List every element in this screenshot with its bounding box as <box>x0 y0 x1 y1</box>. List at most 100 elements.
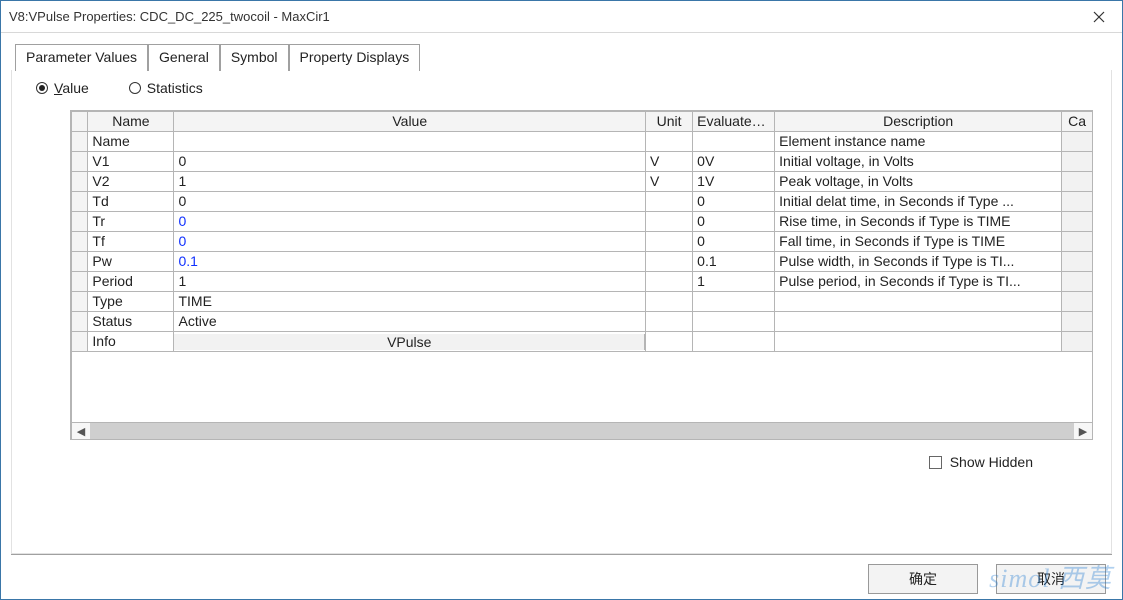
cell-name[interactable]: Pw <box>88 252 174 272</box>
cell-name[interactable]: Tf <box>88 232 174 252</box>
table-row[interactable]: Tf00Fall time, in Seconds if Type is TIM… <box>72 232 1093 252</box>
scroll-track[interactable] <box>90 423 1074 439</box>
row-handle[interactable] <box>72 132 88 152</box>
cell-name[interactable]: Info <box>88 332 174 352</box>
cell-unit[interactable] <box>646 212 693 232</box>
cell-callback[interactable] <box>1062 152 1093 172</box>
row-handle[interactable] <box>72 292 88 312</box>
cell-value[interactable]: 0 <box>174 152 646 172</box>
cell-value[interactable] <box>174 132 646 152</box>
cell-description[interactable]: Rise time, in Seconds if Type is TIME <box>775 212 1062 232</box>
cell-evaluated[interactable]: 0.1 <box>693 252 775 272</box>
radio-statistics[interactable]: Statistics <box>129 80 203 96</box>
show-hidden-checkbox[interactable]: Show Hidden <box>929 454 1033 470</box>
cell-unit[interactable] <box>646 252 693 272</box>
cell-evaluated[interactable]: 1 <box>693 272 775 292</box>
table-row[interactable]: Period11Pulse period, in Seconds if Type… <box>72 272 1093 292</box>
cell-name[interactable]: V2 <box>88 172 174 192</box>
table-row[interactable]: Td00Initial delat time, in Seconds if Ty… <box>72 192 1093 212</box>
horizontal-scrollbar[interactable]: ◀ ▶ <box>71 422 1093 440</box>
cell-unit[interactable] <box>646 332 693 352</box>
cell-value[interactable]: 0 <box>174 212 646 232</box>
cell-callback[interactable] <box>1062 272 1093 292</box>
cell-callback[interactable] <box>1062 172 1093 192</box>
cell-evaluated[interactable]: 0 <box>693 232 775 252</box>
row-handle[interactable] <box>72 332 88 352</box>
cell-evaluated[interactable]: 0V <box>693 152 775 172</box>
close-button[interactable] <box>1076 1 1122 33</box>
cell-name[interactable]: Name <box>88 132 174 152</box>
radio-value[interactable]: Value <box>36 80 89 96</box>
cell-value[interactable]: VPulse <box>174 332 646 352</box>
tab-property-displays[interactable]: Property Displays <box>289 44 421 71</box>
cell-value[interactable]: 1 <box>174 272 646 292</box>
table-row[interactable]: V10V0VInitial voltage, in Volts <box>72 152 1093 172</box>
cell-callback[interactable] <box>1062 292 1093 312</box>
cell-value[interactable]: 1 <box>174 172 646 192</box>
cell-unit[interactable] <box>646 132 693 152</box>
cell-evaluated[interactable]: 1V <box>693 172 775 192</box>
cell-callback[interactable] <box>1062 232 1093 252</box>
grid-table[interactable]: Name Value Unit Evaluated... Description… <box>71 111 1093 352</box>
table-row[interactable]: Tr00Rise time, in Seconds if Type is TIM… <box>72 212 1093 232</box>
cell-name[interactable]: Tr <box>88 212 174 232</box>
row-handle[interactable] <box>72 212 88 232</box>
cell-unit[interactable] <box>646 312 693 332</box>
title-bar[interactable]: V8:VPulse Properties: CDC_DC_225_twocoil… <box>1 1 1122 33</box>
grid-header-unit[interactable]: Unit <box>646 112 693 132</box>
grid-header-handle[interactable] <box>72 112 88 132</box>
cell-callback[interactable] <box>1062 312 1093 332</box>
table-row[interactable]: Pw0.10.1Pulse width, in Seconds if Type … <box>72 252 1093 272</box>
cell-evaluated[interactable] <box>693 312 775 332</box>
cell-value[interactable]: 0 <box>174 232 646 252</box>
cell-callback[interactable] <box>1062 132 1093 152</box>
grid-header-callback[interactable]: Ca <box>1062 112 1093 132</box>
cell-callback[interactable] <box>1062 192 1093 212</box>
ok-button[interactable]: 确定 <box>868 564 978 594</box>
tab-parameter-values[interactable]: Parameter Values <box>15 44 148 71</box>
cell-evaluated[interactable]: 0 <box>693 192 775 212</box>
tab-general[interactable]: General <box>148 44 220 71</box>
cell-description[interactable] <box>775 332 1062 352</box>
grid-header-evaluated[interactable]: Evaluated... <box>693 112 775 132</box>
cell-description[interactable]: Fall time, in Seconds if Type is TIME <box>775 232 1062 252</box>
cell-description[interactable]: Peak voltage, in Volts <box>775 172 1062 192</box>
cell-value[interactable]: TIME <box>174 292 646 312</box>
row-handle[interactable] <box>72 252 88 272</box>
cell-unit[interactable] <box>646 232 693 252</box>
cell-name[interactable]: V1 <box>88 152 174 172</box>
tab-symbol[interactable]: Symbol <box>220 44 289 71</box>
cell-evaluated[interactable] <box>693 132 775 152</box>
table-row[interactable]: V21V1VPeak voltage, in Volts <box>72 172 1093 192</box>
row-handle[interactable] <box>72 172 88 192</box>
cell-name[interactable]: Status <box>88 312 174 332</box>
cell-description[interactable]: Pulse width, in Seconds if Type is TI... <box>775 252 1062 272</box>
cell-description[interactable] <box>775 292 1062 312</box>
cell-description[interactable]: Initial delat time, in Seconds if Type .… <box>775 192 1062 212</box>
cell-unit[interactable]: V <box>646 152 693 172</box>
cell-unit[interactable]: V <box>646 172 693 192</box>
info-button[interactable]: VPulse <box>174 334 645 350</box>
cell-description[interactable] <box>775 312 1062 332</box>
row-handle[interactable] <box>72 192 88 212</box>
cell-description[interactable]: Element instance name <box>775 132 1062 152</box>
cell-unit[interactable] <box>646 292 693 312</box>
table-row[interactable]: StatusActive <box>72 312 1093 332</box>
cell-callback[interactable] <box>1062 212 1093 232</box>
cell-name[interactable]: Td <box>88 192 174 212</box>
table-row[interactable]: Name Element instance name <box>72 132 1093 152</box>
cell-value[interactable]: Active <box>174 312 646 332</box>
cell-evaluated[interactable]: 0 <box>693 212 775 232</box>
cell-value[interactable]: 0 <box>174 192 646 212</box>
cell-unit[interactable] <box>646 272 693 292</box>
row-handle[interactable] <box>72 312 88 332</box>
table-row[interactable]: TypeTIME <box>72 292 1093 312</box>
scroll-right-arrow-icon[interactable]: ▶ <box>1074 423 1092 439</box>
cancel-button[interactable]: 取消 <box>996 564 1106 594</box>
row-handle[interactable] <box>72 272 88 292</box>
grid-header-name[interactable]: Name <box>88 112 174 132</box>
cell-description[interactable]: Initial voltage, in Volts <box>775 152 1062 172</box>
cell-evaluated[interactable] <box>693 292 775 312</box>
cell-description[interactable]: Pulse period, in Seconds if Type is TI..… <box>775 272 1062 292</box>
cell-name[interactable]: Type <box>88 292 174 312</box>
